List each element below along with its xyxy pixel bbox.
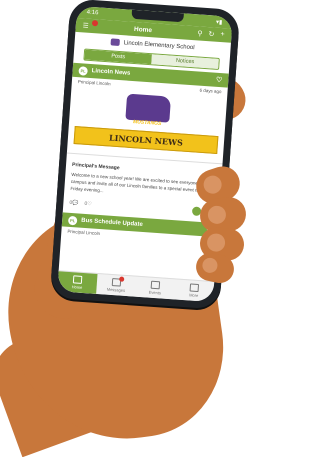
refresh-icon[interactable]: ↻ [208,30,214,38]
mascot-logo: MUSTANGS [125,93,172,127]
tab-label: Home [71,284,83,290]
avatar: PL [78,65,88,76]
news-banner: LINCOLN NEWS [73,126,219,155]
add-icon[interactable]: + [220,31,225,39]
tab-more[interactable]: More [174,279,214,302]
home-icon [72,275,83,284]
tab-notices[interactable]: Notices [151,54,219,69]
mascot-text: MUSTANGS [132,119,162,128]
messages-badge [119,276,125,282]
school-name: Lincoln Elementary School [123,39,195,51]
bottom-tab-bar: Home Messages Events More [57,270,215,303]
comment-button[interactable]: 0💬 [69,199,78,206]
tab-events[interactable]: Events [135,277,175,300]
tab-home[interactable]: Home [57,271,98,294]
tab-label: Messages [106,286,126,293]
post-title: Lincoln News [91,68,131,77]
status-time: 4:16 [86,9,99,17]
like-button[interactable]: 0♡ [84,200,92,206]
signal-icon: ▾▮ [215,19,223,26]
tab-messages[interactable]: Messages [96,274,136,297]
comment-count: 0 [69,199,73,206]
tab-label: Events [148,289,162,296]
post-author: Principal Lincoln [77,79,111,87]
page-title: Home [133,25,153,34]
search-icon[interactable]: ⚲ [197,29,203,37]
like-count: 0 [84,200,88,207]
more-icon [189,283,200,293]
heart-icon[interactable]: ♡ [216,76,223,84]
tab-label: More [189,292,199,299]
phone-notch [131,9,184,23]
avatar: PL [67,215,78,225]
post-title-2: Bus Schedule Update [80,217,143,229]
menu-icon[interactable]: ☰ [83,21,89,29]
school-logo [110,38,120,46]
message-icon [111,276,125,287]
notification-badge [91,19,99,27]
post-time: 6 days ago [199,87,222,95]
tab-posts[interactable]: Posts [84,49,152,65]
calendar-icon [150,280,161,290]
